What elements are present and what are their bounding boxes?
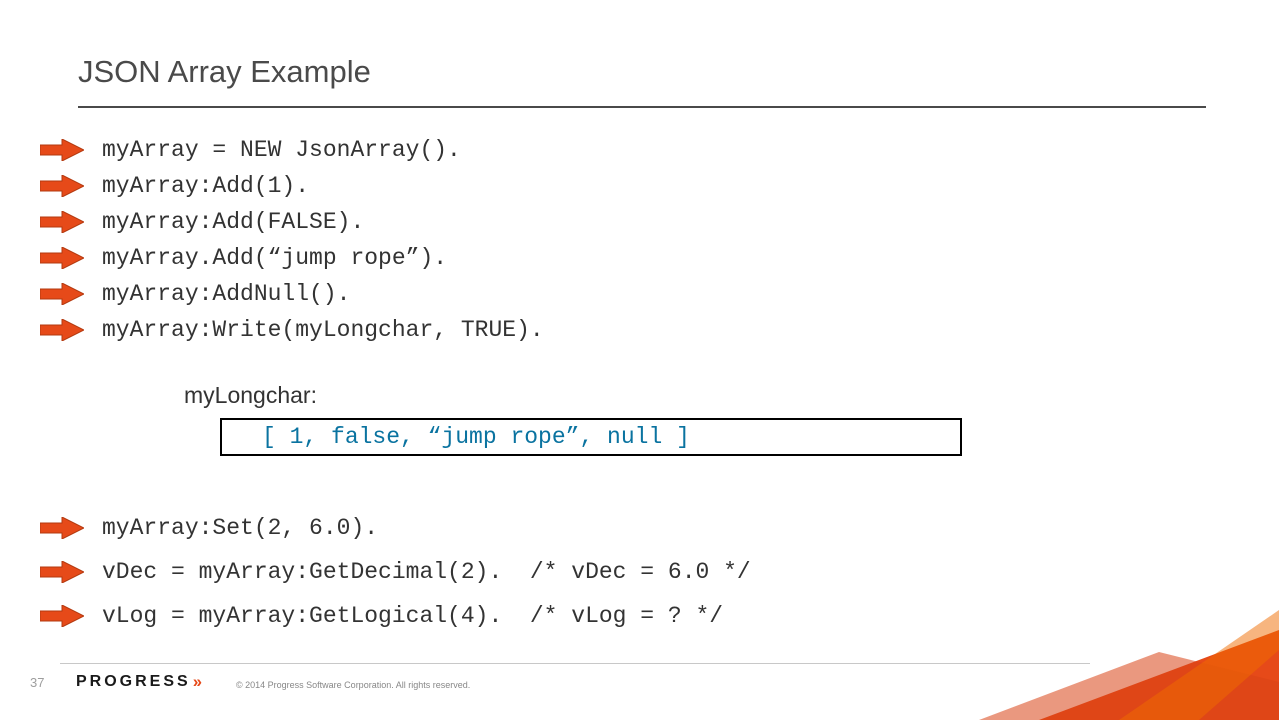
code-line: myArray:Set(2, 6.0).: [102, 515, 378, 541]
slide-title: JSON Array Example: [78, 54, 371, 90]
code-row: myArray.Add(“jump rope”).: [40, 244, 447, 272]
arrow-icon: [40, 211, 84, 233]
code-row: myArray = NEW JsonArray().: [40, 136, 461, 164]
arrow-icon: [40, 561, 84, 583]
page-number: 37: [30, 675, 44, 690]
output-label: myLongchar:: [184, 382, 317, 409]
code-row: vLog = myArray:GetLogical(4). /* vLog = …: [40, 602, 723, 630]
arrow-icon: [40, 247, 84, 269]
arrow-icon: [40, 319, 84, 341]
logo-chevron-icon: ››: [193, 672, 200, 692]
footer-divider: [60, 663, 1090, 664]
code-row: myArray:Add(FALSE).: [40, 208, 364, 236]
code-line: myArray = NEW JsonArray().: [102, 137, 461, 163]
arrow-icon: [40, 139, 84, 161]
code-line: vLog = myArray:GetLogical(4). /* vLog = …: [102, 603, 723, 629]
code-line: myArray:Write(myLongchar, TRUE).: [102, 317, 544, 343]
arrow-icon: [40, 283, 84, 305]
arrow-icon: [40, 517, 84, 539]
code-row: myArray:Write(myLongchar, TRUE).: [40, 316, 544, 344]
code-row: myArray:Add(1).: [40, 172, 309, 200]
code-line: myArray:Add(1).: [102, 173, 309, 199]
output-box: [ 1, false, “jump rope”, null ]: [220, 418, 962, 456]
arrow-icon: [40, 605, 84, 627]
code-line: myArray:AddNull().: [102, 281, 350, 307]
slide: JSON Array Example myArray = NEW JsonArr…: [0, 0, 1279, 720]
code-row: myArray:AddNull().: [40, 280, 350, 308]
title-divider: [78, 106, 1206, 108]
corner-decoration: [979, 610, 1279, 720]
code-row: vDec = myArray:GetDecimal(2). /* vDec = …: [40, 558, 751, 586]
code-line: vDec = myArray:GetDecimal(2). /* vDec = …: [102, 559, 751, 585]
code-line: myArray:Add(FALSE).: [102, 209, 364, 235]
progress-logo: PROGRESS››: [76, 672, 200, 692]
copyright-text: © 2014 Progress Software Corporation. Al…: [236, 680, 470, 690]
logo-text: PROGRESS: [76, 673, 191, 691]
code-row: myArray:Set(2, 6.0).: [40, 514, 378, 542]
arrow-icon: [40, 175, 84, 197]
code-line: myArray.Add(“jump rope”).: [102, 245, 447, 271]
